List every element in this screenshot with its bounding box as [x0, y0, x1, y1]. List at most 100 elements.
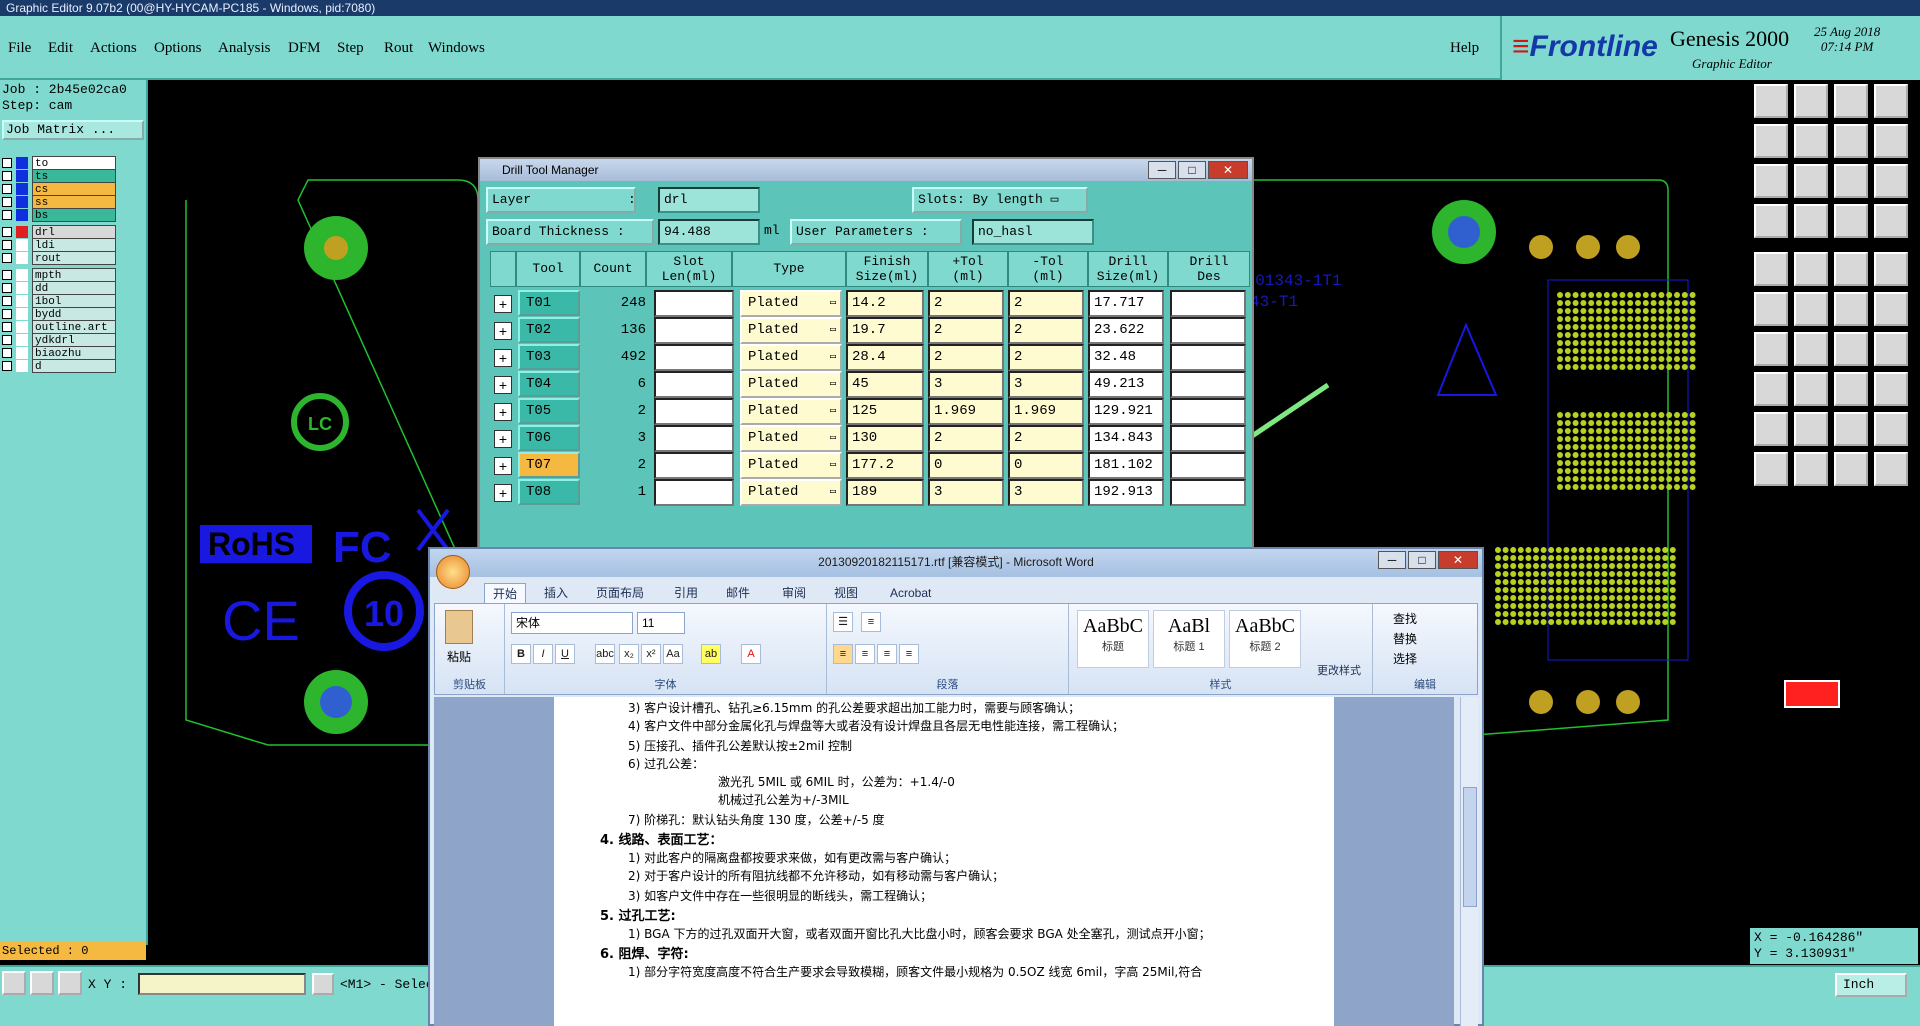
circle-icon[interactable]	[1874, 252, 1908, 286]
finish-size-input[interactable]: 19.7	[846, 317, 924, 344]
paste-button[interactable]: 粘贴	[447, 648, 471, 665]
move-up-icon[interactable]	[1754, 84, 1788, 118]
finish-size-input[interactable]: 125	[846, 398, 924, 425]
slot-len-input[interactable]	[654, 371, 734, 398]
menu-windows[interactable]: Windows	[428, 40, 485, 57]
angle-icon[interactable]	[1754, 332, 1788, 366]
layer-checkbox[interactable]	[2, 361, 12, 371]
layer-value[interactable]: drl	[658, 187, 760, 213]
menu-rout[interactable]: Rout	[384, 40, 413, 57]
layer-row[interactable]: cs	[0, 182, 118, 196]
ribbon-tab[interactable]: 开始	[484, 583, 527, 603]
drill-des-input[interactable]	[1170, 371, 1246, 398]
layer-checkbox[interactable]	[2, 348, 12, 358]
layer-row[interactable]: ydkdrl	[0, 333, 118, 347]
replace-button[interactable]: 替换	[1393, 630, 1417, 647]
finish-size-input[interactable]: 14.2	[846, 290, 924, 317]
tool-cell[interactable]: T08	[518, 479, 580, 505]
plus-tol-input[interactable]: 0	[928, 452, 1004, 479]
minus-tol-input[interactable]: 3	[1008, 479, 1084, 506]
layer-checkbox[interactable]	[2, 253, 12, 263]
menu-analysis[interactable]: Analysis	[218, 40, 271, 57]
superscript-button[interactable]: x²	[641, 644, 661, 664]
grid-icon[interactable]	[1794, 204, 1828, 238]
slot-len-input[interactable]	[654, 425, 734, 452]
strikethrough-button[interactable]: abc	[595, 644, 615, 664]
slot-len-input[interactable]	[654, 479, 734, 506]
type-select[interactable]: Plated	[740, 479, 842, 506]
drill-des-input[interactable]	[1170, 452, 1246, 479]
layer-checkbox[interactable]	[2, 171, 12, 181]
align-right-button[interactable]: ≡	[877, 644, 897, 664]
type-select[interactable]: Plated	[740, 290, 842, 317]
maximize-button[interactable]: □	[1178, 161, 1206, 179]
node-icon[interactable]	[1754, 292, 1788, 326]
align-center-button[interactable]: ≡	[855, 644, 875, 664]
minus-tol-input[interactable]: 2	[1008, 344, 1084, 371]
plus-tol-input[interactable]: 2	[928, 344, 1004, 371]
triangle-alt-icon[interactable]	[1794, 412, 1828, 446]
arc-icon[interactable]	[1834, 332, 1868, 366]
menu-actions[interactable]: Actions	[90, 40, 137, 57]
menu-options[interactable]: Options	[154, 40, 202, 57]
layer-row[interactable]: outline.art	[0, 320, 118, 334]
pointer-c-icon[interactable]	[1874, 452, 1908, 486]
layer-row[interactable]: to	[0, 156, 118, 170]
tool-cell[interactable]: T01	[518, 290, 580, 316]
document-page[interactable]: 3) 客户设计槽孔、钻孔≥6.15mm 的孔公差要求超出加工能力时，需要与顾客确…	[554, 697, 1334, 1026]
drill-des-input[interactable]	[1170, 317, 1246, 344]
layer-checkbox[interactable]	[2, 227, 12, 237]
style-item[interactable]: AaBbC 标题 2	[1229, 610, 1301, 668]
drill-size-input[interactable]: 17.717	[1088, 290, 1164, 317]
select-layer-icon[interactable]	[1834, 204, 1868, 238]
line-icon[interactable]	[1834, 252, 1868, 286]
unit-select[interactable]: Inch	[1835, 973, 1907, 997]
ribbon-tab[interactable]: 邮件	[726, 583, 750, 603]
ribbon-tab[interactable]: 插入	[544, 583, 568, 603]
style-item[interactable]: AaBbC 标题	[1077, 610, 1149, 668]
drill-size-input[interactable]: 49.213	[1088, 371, 1164, 398]
change-case-button[interactable]: Aa	[663, 644, 683, 664]
menu-dfm[interactable]: DFM	[288, 40, 321, 57]
ribbon-tab[interactable]: Acrobat	[890, 583, 931, 603]
finish-size-input[interactable]: 45	[846, 371, 924, 398]
layer-checkbox[interactable]	[2, 309, 12, 319]
type-select[interactable]: Plated	[740, 344, 842, 371]
finish-size-input[interactable]: 130	[846, 425, 924, 452]
tool-cell[interactable]: T06	[518, 425, 580, 451]
tool-cell[interactable]: T04	[518, 371, 580, 397]
drill-size-input[interactable]: 192.913	[1088, 479, 1164, 506]
scroll-thumb[interactable]	[1463, 787, 1477, 907]
expand-icon[interactable]: +	[494, 322, 512, 340]
layer-row[interactable]: rout	[0, 251, 118, 265]
slot-len-input[interactable]	[654, 290, 734, 317]
layer-row[interactable]: bs	[0, 208, 118, 222]
subscript-button[interactable]: x₂	[619, 644, 639, 664]
plus-tol-input[interactable]: 3	[928, 371, 1004, 398]
layer-row[interactable]: ss	[0, 195, 118, 209]
menu-edit[interactable]: Edit	[48, 40, 73, 57]
layer-row[interactable]: mpth	[0, 268, 118, 282]
font-name-select[interactable]: 宋体	[511, 612, 633, 634]
draw-icon[interactable]	[1874, 292, 1908, 326]
fit-icon[interactable]	[1754, 164, 1788, 198]
rotate-icon[interactable]	[1794, 252, 1828, 286]
plus-tol-input[interactable]: 1.969	[928, 398, 1004, 425]
type-select[interactable]: Plated	[740, 317, 842, 344]
drill-des-input[interactable]	[1170, 479, 1246, 506]
window-icon[interactable]	[1874, 84, 1908, 118]
paste-icon[interactable]	[445, 610, 473, 644]
slash-icon[interactable]	[1794, 332, 1828, 366]
step-left-icon[interactable]	[1754, 124, 1788, 158]
cross-icon[interactable]	[1794, 292, 1828, 326]
slot-len-input[interactable]	[654, 317, 734, 344]
expand-icon[interactable]: +	[494, 295, 512, 313]
numbering-button[interactable]: ≡	[861, 612, 881, 632]
drill-size-input[interactable]: 23.622	[1088, 317, 1164, 344]
italic-button[interactable]: I	[533, 644, 553, 664]
undo-icon[interactable]	[1754, 204, 1788, 238]
triangle-c-icon[interactable]	[1874, 412, 1908, 446]
transform-icon[interactable]	[1754, 372, 1788, 406]
layer-list-icon[interactable]	[1874, 204, 1908, 238]
minimize-button[interactable]: ─	[1148, 161, 1176, 179]
